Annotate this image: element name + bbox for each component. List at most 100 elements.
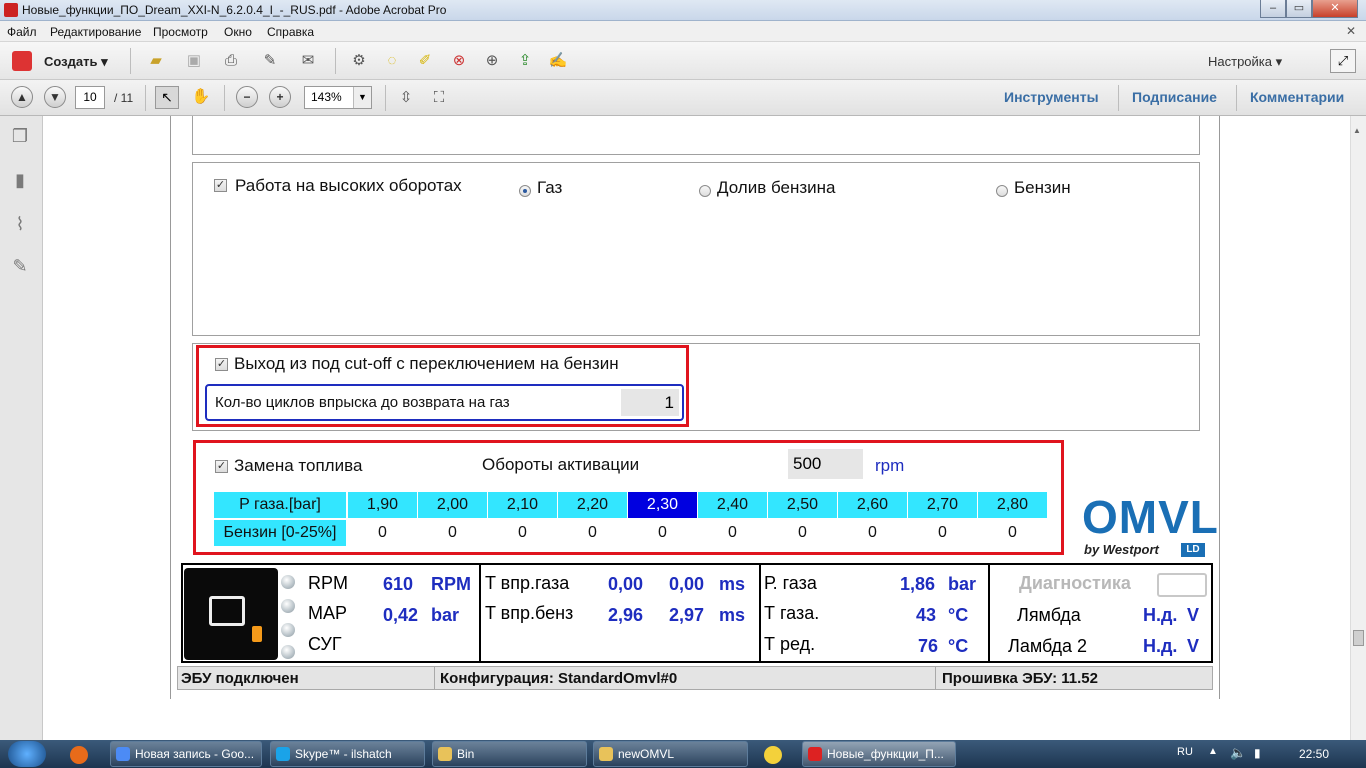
fit-page-icon[interactable]: ⇳: [396, 88, 416, 108]
petrol-cell[interactable]: 0: [628, 520, 697, 546]
print-icon[interactable]: ⎙: [221, 51, 241, 71]
close-button[interactable]: ✕: [1312, 0, 1358, 18]
pressure-cell[interactable]: 2,80: [978, 492, 1047, 518]
tab-sign[interactable]: Подписание: [1132, 89, 1217, 105]
open-folder-icon[interactable]: ▰: [146, 51, 166, 71]
save-icon[interactable]: ▣: [184, 51, 204, 71]
taskbar-item-newomvl[interactable]: newOMVL: [593, 741, 748, 767]
menu-view[interactable]: Просмотр: [153, 25, 208, 39]
page-number-input[interactable]: 10: [75, 86, 105, 109]
maximize-button[interactable]: ▭: [1286, 0, 1312, 18]
pressure-cell[interactable]: 2,60: [838, 492, 907, 518]
select-tool-icon[interactable]: ↖: [155, 86, 179, 109]
email-icon[interactable]: ✉: [298, 51, 318, 71]
status-led: [281, 623, 295, 637]
radio-gas[interactable]: [519, 182, 531, 200]
pages-icon[interactable]: ❐: [10, 126, 30, 148]
pressure-cell[interactable]: 2,70: [908, 492, 977, 518]
high-rpm-label: Работа на высоких оборотах: [235, 176, 462, 195]
extract-page-icon[interactable]: ⇪: [515, 51, 535, 71]
insert-page-icon[interactable]: ⊕: [482, 51, 502, 71]
high-rpm-checkbox[interactable]: ✓: [214, 177, 227, 195]
taskbar-item-chrome[interactable]: Новая запись - Goo...: [110, 741, 262, 767]
pressure-cell[interactable]: 2,40: [698, 492, 767, 518]
t-red-unit: °C: [948, 636, 969, 656]
expand-icon[interactable]: ⤢: [1330, 49, 1356, 73]
vertical-scrollbar[interactable]: ▲: [1350, 116, 1366, 740]
ecu-icon: [184, 568, 278, 660]
rpm-label: RPM: [308, 573, 348, 593]
menu-file[interactable]: Файл: [7, 25, 37, 39]
create-button[interactable]: Создать ▾: [44, 54, 108, 70]
t-gas-inj-value-1: 0,00: [608, 574, 644, 594]
signature-icon[interactable]: ✎: [10, 256, 30, 278]
petrol-cell[interactable]: 0: [488, 520, 557, 546]
activation-input[interactable]: 500: [788, 449, 863, 479]
pressure-cell[interactable]: 2,50: [768, 492, 837, 518]
menu-help[interactable]: Справка: [267, 25, 314, 39]
cycles-input[interactable]: 1: [621, 389, 679, 416]
highlight-icon[interactable]: ✐: [415, 51, 435, 71]
edit-icon[interactable]: ✎: [260, 51, 280, 71]
volume-icon[interactable]: 🔈: [1230, 745, 1246, 761]
petrol-cell[interactable]: 0: [978, 520, 1047, 546]
activation-unit: rpm: [875, 456, 905, 475]
network-icon[interactable]: ▮: [1254, 746, 1261, 760]
lambda2-label: Ламбда 2: [1008, 636, 1088, 656]
attachment-icon[interactable]: ⌇: [10, 214, 30, 236]
tab-comments[interactable]: Комментарии: [1250, 89, 1344, 105]
prev-page-button[interactable]: ▲: [11, 86, 33, 108]
petrol-cell[interactable]: 0: [558, 520, 627, 546]
close-doc-icon[interactable]: ✕: [1346, 24, 1360, 38]
page-total: / 11: [114, 91, 134, 105]
sign-icon[interactable]: ✍: [548, 51, 568, 71]
emoji-app-icon[interactable]: [764, 746, 782, 764]
lambda-label: Лямбда: [1017, 605, 1081, 625]
scroll-up-icon[interactable]: ▲: [1353, 126, 1364, 136]
fuel-swap-checkbox[interactable]: ✓: [215, 458, 228, 476]
zoom-select[interactable]: 143% ▼: [304, 86, 372, 109]
next-page-button[interactable]: ▼: [44, 86, 66, 108]
delete-page-icon[interactable]: ⊗: [449, 51, 469, 71]
pressure-cell[interactable]: 2,30: [628, 492, 697, 518]
taskbar-item-skype[interactable]: Skype™ - ilshatch: [270, 741, 425, 767]
tab-tools[interactable]: Инструменты: [1004, 89, 1099, 105]
comment-icon[interactable]: ◌: [382, 51, 402, 71]
tray-arrow-icon[interactable]: ▲: [1208, 746, 1218, 757]
settings-dropdown[interactable]: Настройка ▾: [1208, 54, 1282, 70]
fit-width-icon[interactable]: ⛶: [429, 88, 449, 108]
zoom-in-button[interactable]: +: [269, 86, 291, 108]
clock[interactable]: 22:50: [1299, 747, 1329, 761]
scroll-thumb[interactable]: [1353, 630, 1364, 646]
zoom-out-button[interactable]: −: [236, 86, 258, 108]
map-value: 0,42: [383, 605, 419, 625]
radio-topup[interactable]: [699, 182, 711, 200]
taskbar-item-acrobat[interactable]: Новые_функции_П...: [802, 741, 956, 767]
petrol-cell[interactable]: 0: [418, 520, 487, 546]
engine-icon: [1157, 573, 1207, 597]
radio-petrol[interactable]: [996, 182, 1008, 200]
menu-window[interactable]: Окно: [224, 25, 252, 39]
cutoff-checkbox[interactable]: ✓: [215, 356, 228, 374]
pressure-cell[interactable]: 2,10: [488, 492, 557, 518]
pressure-cell[interactable]: 2,00: [418, 492, 487, 518]
map-label: MAP: [308, 603, 348, 623]
petrol-cell[interactable]: 0: [838, 520, 907, 546]
firefox-icon[interactable]: [70, 746, 88, 764]
minimize-button[interactable]: –: [1260, 0, 1286, 18]
petrol-cell[interactable]: 0: [768, 520, 837, 546]
petrol-cell[interactable]: 0: [698, 520, 767, 546]
petrol-cell[interactable]: 0: [348, 520, 417, 546]
pressure-cell[interactable]: 2,20: [558, 492, 627, 518]
taskbar-item-bin[interactable]: Bin: [432, 741, 587, 767]
gear-icon[interactable]: ⚙: [349, 51, 369, 71]
t-pet-inj-label: T впр.бенз: [485, 603, 574, 623]
menu-edit[interactable]: Редактирование: [50, 25, 141, 39]
t-pet-inj-unit: ms: [719, 605, 746, 625]
bookmark-icon[interactable]: ▮: [10, 170, 30, 192]
hand-tool-icon[interactable]: ✋: [189, 86, 213, 109]
petrol-cell[interactable]: 0: [908, 520, 977, 546]
pressure-cell[interactable]: 1,90: [348, 492, 417, 518]
language-indicator[interactable]: RU: [1177, 746, 1193, 758]
start-button[interactable]: [8, 741, 46, 767]
